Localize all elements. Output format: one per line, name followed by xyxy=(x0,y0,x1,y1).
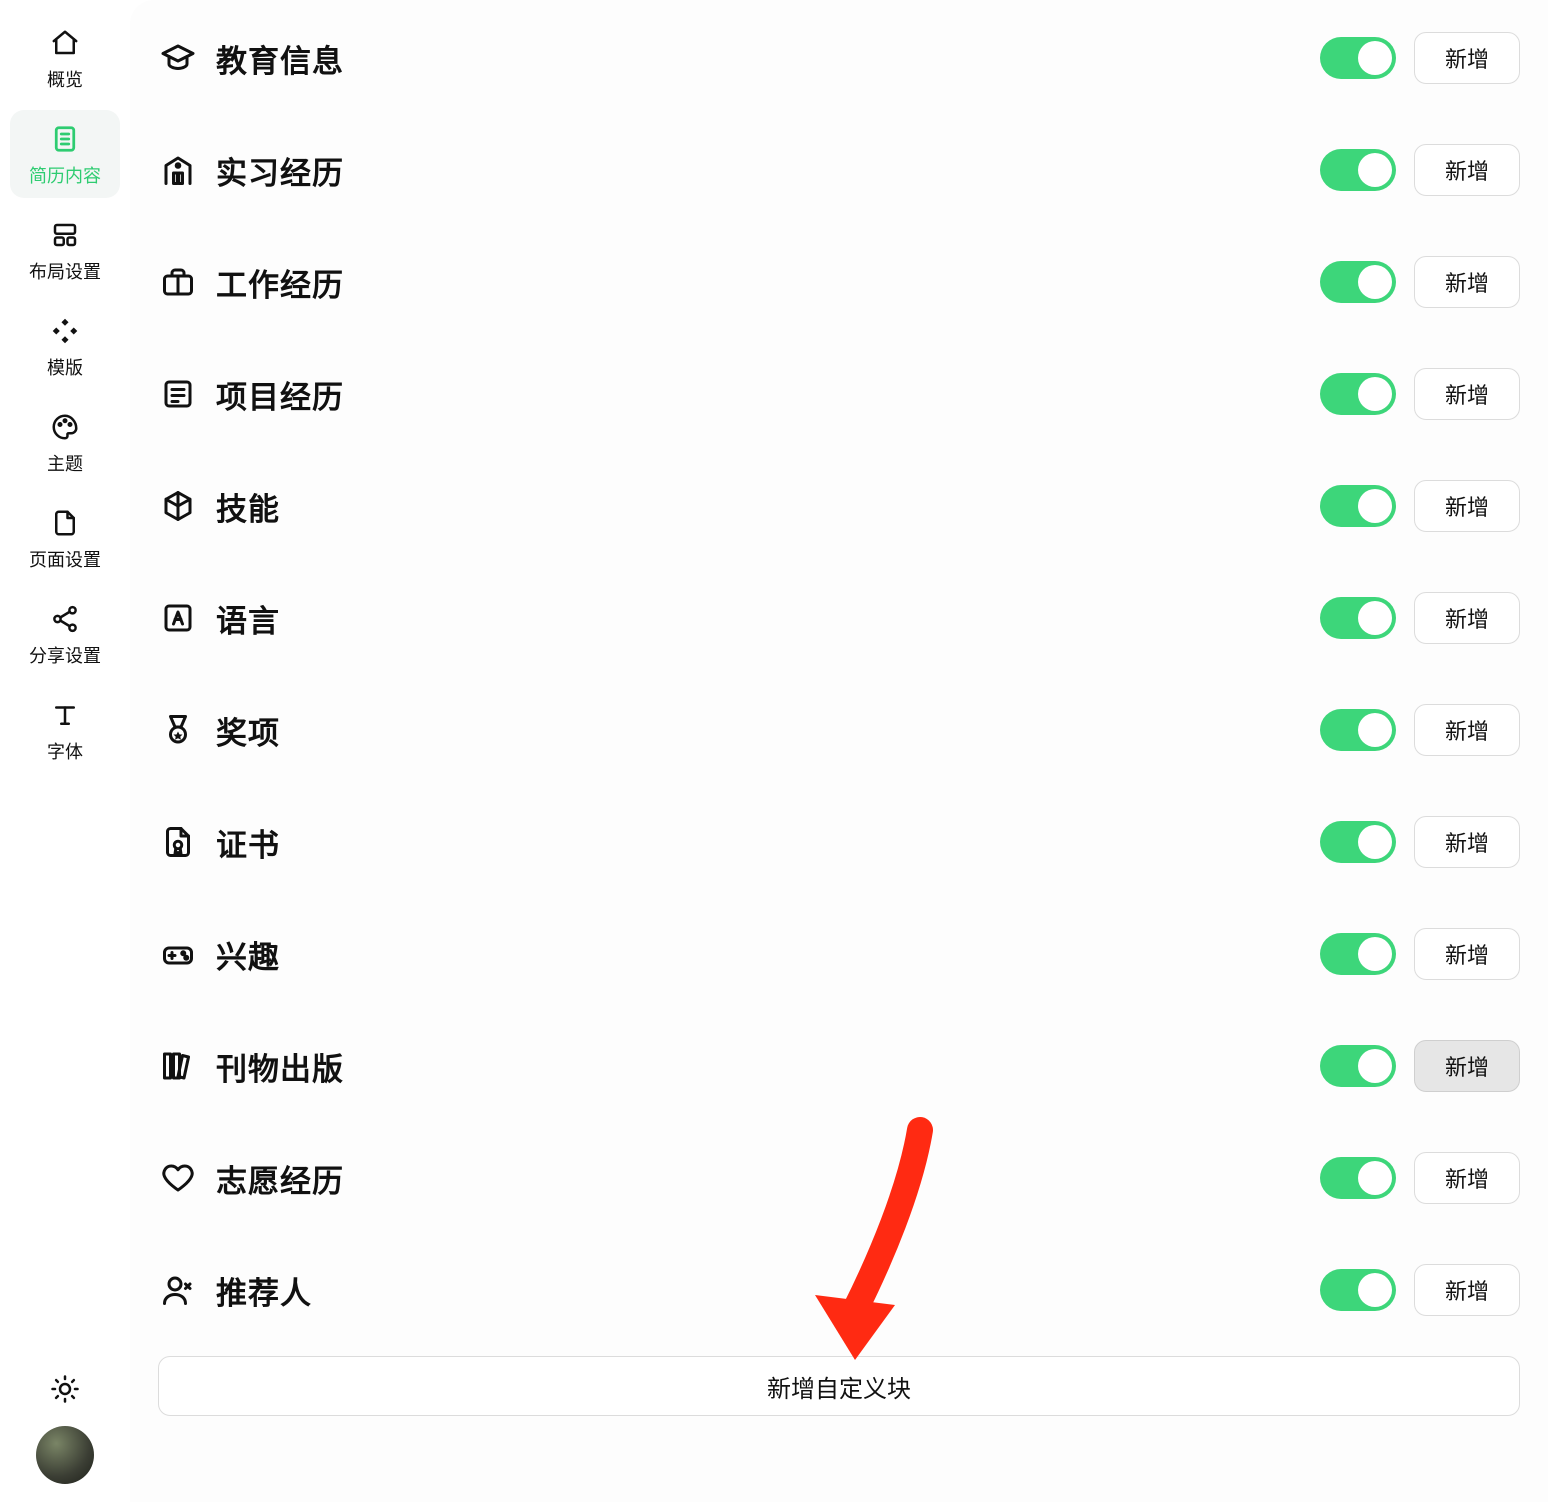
sidebar-item-label: 概览 xyxy=(47,66,83,92)
section-row-interests: 兴趣 新增 xyxy=(158,928,1520,980)
share-icon xyxy=(48,602,82,636)
add-button-work[interactable]: 新增 xyxy=(1414,256,1520,308)
sidebar-item-label: 分享设置 xyxy=(29,642,101,668)
toggle-volunteer[interactable] xyxy=(1320,1157,1396,1199)
add-custom-section-button[interactable]: 新增自定义块 xyxy=(158,1356,1520,1416)
toggle-projects[interactable] xyxy=(1320,373,1396,415)
toggle-skills[interactable] xyxy=(1320,485,1396,527)
section-row-volunteer: 志愿经历 新增 xyxy=(158,1152,1520,1204)
type-icon xyxy=(48,698,82,732)
section-title: 项目经历 xyxy=(216,372,344,417)
section-row-references: 推荐人 新增 xyxy=(158,1264,1520,1316)
add-button-interests[interactable]: 新增 xyxy=(1414,928,1520,980)
section-title: 工作经历 xyxy=(216,260,344,305)
sidebar-item-font[interactable]: 字体 xyxy=(10,686,120,774)
sidebar-item-label: 字体 xyxy=(47,738,83,764)
sidebar-item-label: 主题 xyxy=(47,450,83,476)
sidebar-bottom xyxy=(0,1374,130,1484)
language-icon xyxy=(158,598,198,638)
sidebar-item-share[interactable]: 分享设置 xyxy=(10,590,120,678)
sidebar-item-page-settings[interactable]: 页面设置 xyxy=(10,494,120,582)
section-row-internship: 实习经历 新增 xyxy=(158,144,1520,196)
section-title: 语言 xyxy=(216,596,280,641)
section-title: 技能 xyxy=(216,484,280,529)
section-title: 教育信息 xyxy=(216,36,344,81)
section-row-awards: 奖项 新增 xyxy=(158,704,1520,756)
sidebar-item-label: 页面设置 xyxy=(29,546,101,572)
toggle-internship[interactable] xyxy=(1320,149,1396,191)
sidebar-item-label: 布局设置 xyxy=(29,258,101,284)
sidebar-item-overview[interactable]: 概览 xyxy=(10,14,120,102)
add-button-references[interactable]: 新增 xyxy=(1414,1264,1520,1316)
sidebar: 概览 简历内容 布局设置 模版 主题 xyxy=(0,0,130,1502)
section-title: 证书 xyxy=(216,820,280,865)
books-icon xyxy=(158,1046,198,1086)
sidebar-item-layout[interactable]: 布局设置 xyxy=(10,206,120,294)
toggle-interests[interactable] xyxy=(1320,933,1396,975)
add-button-awards[interactable]: 新增 xyxy=(1414,704,1520,756)
heart-icon xyxy=(158,1158,198,1198)
cube-icon xyxy=(158,486,198,526)
add-button-volunteer[interactable]: 新增 xyxy=(1414,1152,1520,1204)
add-button-languages[interactable]: 新增 xyxy=(1414,592,1520,644)
section-title: 刊物出版 xyxy=(216,1044,344,1089)
building-icon xyxy=(158,150,198,190)
sun-icon xyxy=(50,1374,80,1408)
sidebar-item-label: 简历内容 xyxy=(29,162,101,188)
toggle-publications[interactable] xyxy=(1320,1045,1396,1087)
sidebar-item-label: 模版 xyxy=(47,354,83,380)
page-icon xyxy=(48,506,82,540)
toggle-work[interactable] xyxy=(1320,261,1396,303)
medal-icon xyxy=(158,710,198,750)
section-row-languages: 语言 新增 xyxy=(158,592,1520,644)
project-icon xyxy=(158,374,198,414)
toggle-awards[interactable] xyxy=(1320,709,1396,751)
avatar[interactable] xyxy=(36,1426,94,1484)
section-row-work: 工作经历 新增 xyxy=(158,256,1520,308)
toggle-languages[interactable] xyxy=(1320,597,1396,639)
section-row-education: 教育信息 新增 xyxy=(158,32,1520,84)
section-row-skills: 技能 新增 xyxy=(158,480,1520,532)
toggle-references[interactable] xyxy=(1320,1269,1396,1311)
layout-icon xyxy=(48,218,82,252)
add-button-certificates[interactable]: 新增 xyxy=(1414,816,1520,868)
section-row-projects: 项目经历 新增 xyxy=(158,368,1520,420)
sidebar-item-templates[interactable]: 模版 xyxy=(10,302,120,390)
toggle-education[interactable] xyxy=(1320,37,1396,79)
person-icon xyxy=(158,1270,198,1310)
add-button-internship[interactable]: 新增 xyxy=(1414,144,1520,196)
section-left: 教育信息 xyxy=(158,36,344,81)
palette-icon xyxy=(48,410,82,444)
graduation-icon xyxy=(158,38,198,78)
gamepad-icon xyxy=(158,934,198,974)
sidebar-item-theme[interactable]: 主题 xyxy=(10,398,120,486)
section-title: 奖项 xyxy=(216,708,280,753)
add-button-publications[interactable]: 新增 xyxy=(1414,1040,1520,1092)
add-button-education[interactable]: 新增 xyxy=(1414,32,1520,84)
toggle-certificates[interactable] xyxy=(1320,821,1396,863)
certificate-icon xyxy=(158,822,198,862)
add-button-projects[interactable]: 新增 xyxy=(1414,368,1520,420)
theme-toggle-button[interactable] xyxy=(48,1374,82,1408)
templates-icon xyxy=(48,314,82,348)
briefcase-icon xyxy=(158,262,198,302)
home-icon xyxy=(48,26,82,60)
section-row-publications: 刊物出版 新增 xyxy=(158,1040,1520,1092)
file-text-icon xyxy=(48,122,82,156)
section-title: 兴趣 xyxy=(216,932,280,977)
section-right: 新增 xyxy=(1320,32,1520,84)
section-title: 推荐人 xyxy=(216,1268,312,1313)
main-content: 教育信息 新增 实习经历 新增 xyxy=(130,0,1548,1502)
add-button-skills[interactable]: 新增 xyxy=(1414,480,1520,532)
section-title: 志愿经历 xyxy=(216,1156,344,1201)
section-row-certificates: 证书 新增 xyxy=(158,816,1520,868)
section-title: 实习经历 xyxy=(216,148,344,193)
sidebar-item-content[interactable]: 简历内容 xyxy=(10,110,120,198)
